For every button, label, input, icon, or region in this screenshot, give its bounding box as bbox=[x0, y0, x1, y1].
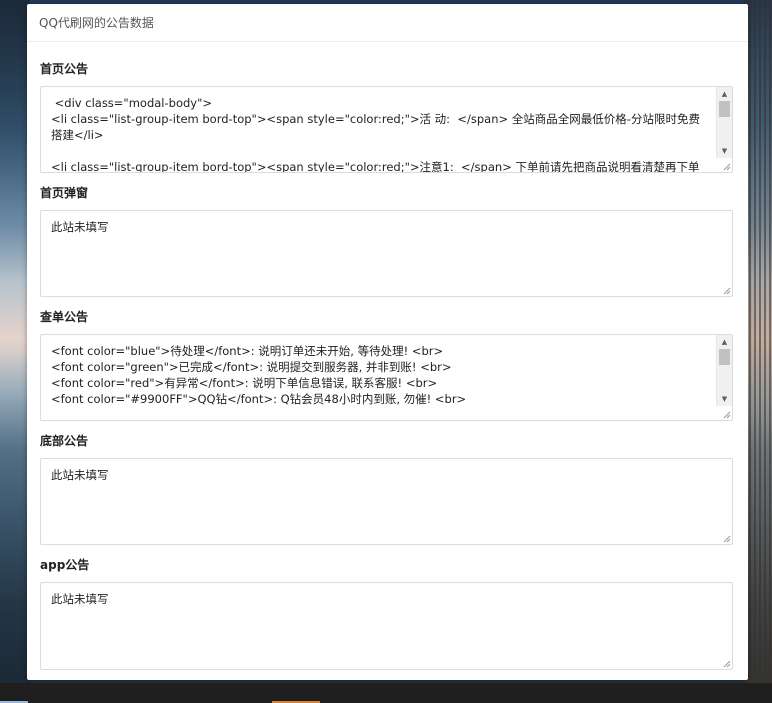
label-footer-notice: 底部公告 bbox=[40, 434, 89, 448]
resize-handle-icon[interactable] bbox=[721, 533, 731, 543]
resize-handle-icon[interactable] bbox=[721, 285, 731, 295]
app-notice-textarea[interactable]: 此站未填写 bbox=[40, 582, 733, 670]
scroll-down-icon[interactable]: ▼ bbox=[717, 145, 732, 157]
home-popup-text: 此站未填写 bbox=[51, 220, 109, 234]
background-right-reeds bbox=[744, 0, 772, 703]
label-home-notice: 首页公告 bbox=[40, 62, 89, 76]
order-query-notice-text: <font color="blue">待处理</font>: 说明订单还未开始,… bbox=[51, 344, 467, 406]
app-notice-text: 此站未填写 bbox=[51, 592, 109, 606]
scroll-up-icon[interactable]: ▲ bbox=[717, 88, 732, 100]
label-order-query-notice: 查单公告 bbox=[40, 310, 89, 324]
resize-handle-icon[interactable] bbox=[721, 161, 731, 171]
scroll-up-icon[interactable]: ▲ bbox=[717, 336, 732, 348]
modal-header: QQ代刷网的公告数据 bbox=[27, 4, 748, 42]
home-notice-textarea[interactable]: <div class="modal-body"> <li class="list… bbox=[40, 86, 733, 173]
label-home-popup: 首页弹窗 bbox=[40, 186, 89, 200]
order-query-notice-scrollbar[interactable]: ▲ ▼ bbox=[716, 335, 732, 406]
scroll-thumb[interactable] bbox=[719, 349, 730, 365]
taskbar bbox=[0, 683, 772, 703]
home-notice-scrollbar[interactable]: ▲ ▼ bbox=[716, 87, 732, 158]
home-popup-textarea[interactable]: 此站未填写 bbox=[40, 210, 733, 297]
footer-notice-text: 此站未填写 bbox=[51, 468, 109, 482]
order-query-notice-textarea[interactable]: <font color="blue">待处理</font>: 说明订单还未开始,… bbox=[40, 334, 733, 421]
announcement-modal: QQ代刷网的公告数据 首页公告 <div class="modal-body">… bbox=[27, 4, 748, 680]
modal-title: QQ代刷网的公告数据 bbox=[39, 16, 154, 30]
scroll-thumb[interactable] bbox=[719, 101, 730, 117]
label-app-notice: app公告 bbox=[40, 558, 90, 572]
resize-handle-icon[interactable] bbox=[721, 658, 731, 668]
modal-body: 首页公告 <div class="modal-body"> <li class=… bbox=[27, 62, 748, 670]
resize-handle-icon[interactable] bbox=[721, 409, 731, 419]
home-notice-text: <div class="modal-body"> <li class="list… bbox=[51, 96, 700, 173]
background-left-trees bbox=[0, 0, 30, 703]
scroll-down-icon[interactable]: ▼ bbox=[717, 393, 732, 405]
footer-notice-textarea[interactable]: 此站未填写 bbox=[40, 458, 733, 545]
